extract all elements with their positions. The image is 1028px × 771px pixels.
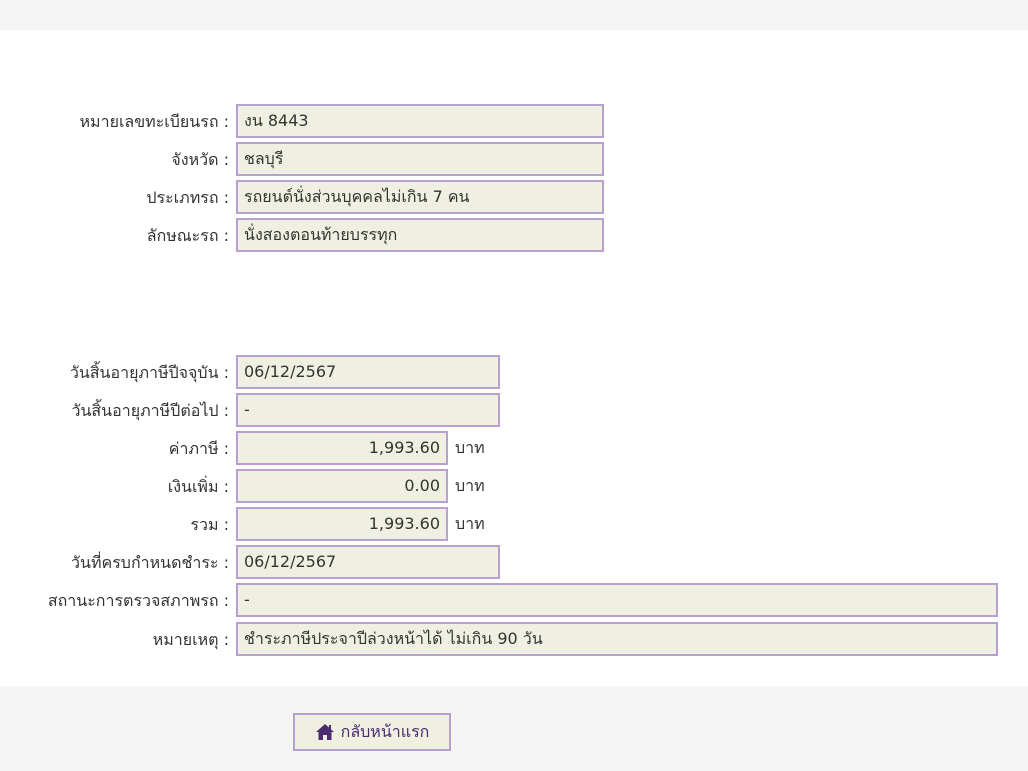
inspection-field[interactable]: - bbox=[236, 583, 998, 617]
tax-amount-label: ค่าภาษี : bbox=[168, 439, 229, 458]
province-label: จังหวัด : bbox=[171, 150, 229, 169]
expiry-next-field[interactable]: - bbox=[236, 393, 500, 427]
vehicle-style-label: ลักษณะรถ : bbox=[146, 226, 229, 245]
surcharge-label: เงินเพิ่ม : bbox=[167, 477, 229, 496]
due-date-field[interactable]: 06/12/2567 bbox=[236, 545, 500, 579]
remark-field[interactable]: ชำระภาษีประจาปีล่วงหน้าได้ ไม่เกิน 90 วั… bbox=[236, 622, 998, 656]
due-date-label: วันที่ครบกำหนดชำระ : bbox=[71, 553, 229, 572]
plate-label: หมายเลขทะเบียนรถ : bbox=[79, 112, 230, 131]
tax-amount-field[interactable]: 1,993.60 bbox=[236, 431, 448, 465]
total-unit: บาท bbox=[455, 514, 485, 533]
plate-field[interactable]: งน 8443 bbox=[236, 104, 604, 138]
province-field[interactable]: ชลบุรี bbox=[236, 142, 604, 176]
surcharge-field[interactable]: 0.00 bbox=[236, 469, 448, 503]
vehicle-type-field[interactable]: รถยนต์นั่งส่วนบุคคลไม่เกิน 7 คน bbox=[236, 180, 604, 214]
total-field[interactable]: 1,993.60 bbox=[236, 507, 448, 541]
total-label: รวม : bbox=[190, 515, 229, 534]
vehicle-style-field[interactable]: นั่งสองตอนท้ายบรรทุก bbox=[236, 218, 604, 252]
expiry-current-field[interactable]: 06/12/2567 bbox=[236, 355, 500, 389]
home-button[interactable]: กลับหน้าแรก bbox=[293, 713, 451, 751]
home-button-label: กลับหน้าแรก bbox=[340, 721, 430, 741]
expiry-next-label: วันสิ้นอายุภาษีปีต่อไป : bbox=[71, 401, 229, 420]
remark-label: หมายเหตุ : bbox=[152, 630, 229, 649]
vehicle-type-label: ประเภทรถ : bbox=[146, 188, 229, 207]
tax-amount-unit: บาท bbox=[455, 438, 485, 457]
top-bar bbox=[0, 0, 1028, 30]
bottom-bar bbox=[0, 686, 1028, 771]
home-icon bbox=[315, 724, 334, 740]
surcharge-unit: บาท bbox=[455, 476, 485, 495]
inspection-label: สถานะการตรวจสภาพรถ : bbox=[47, 591, 229, 610]
expiry-current-label: วันสิ้นอายุภาษีปีจจุบัน : bbox=[69, 363, 229, 382]
